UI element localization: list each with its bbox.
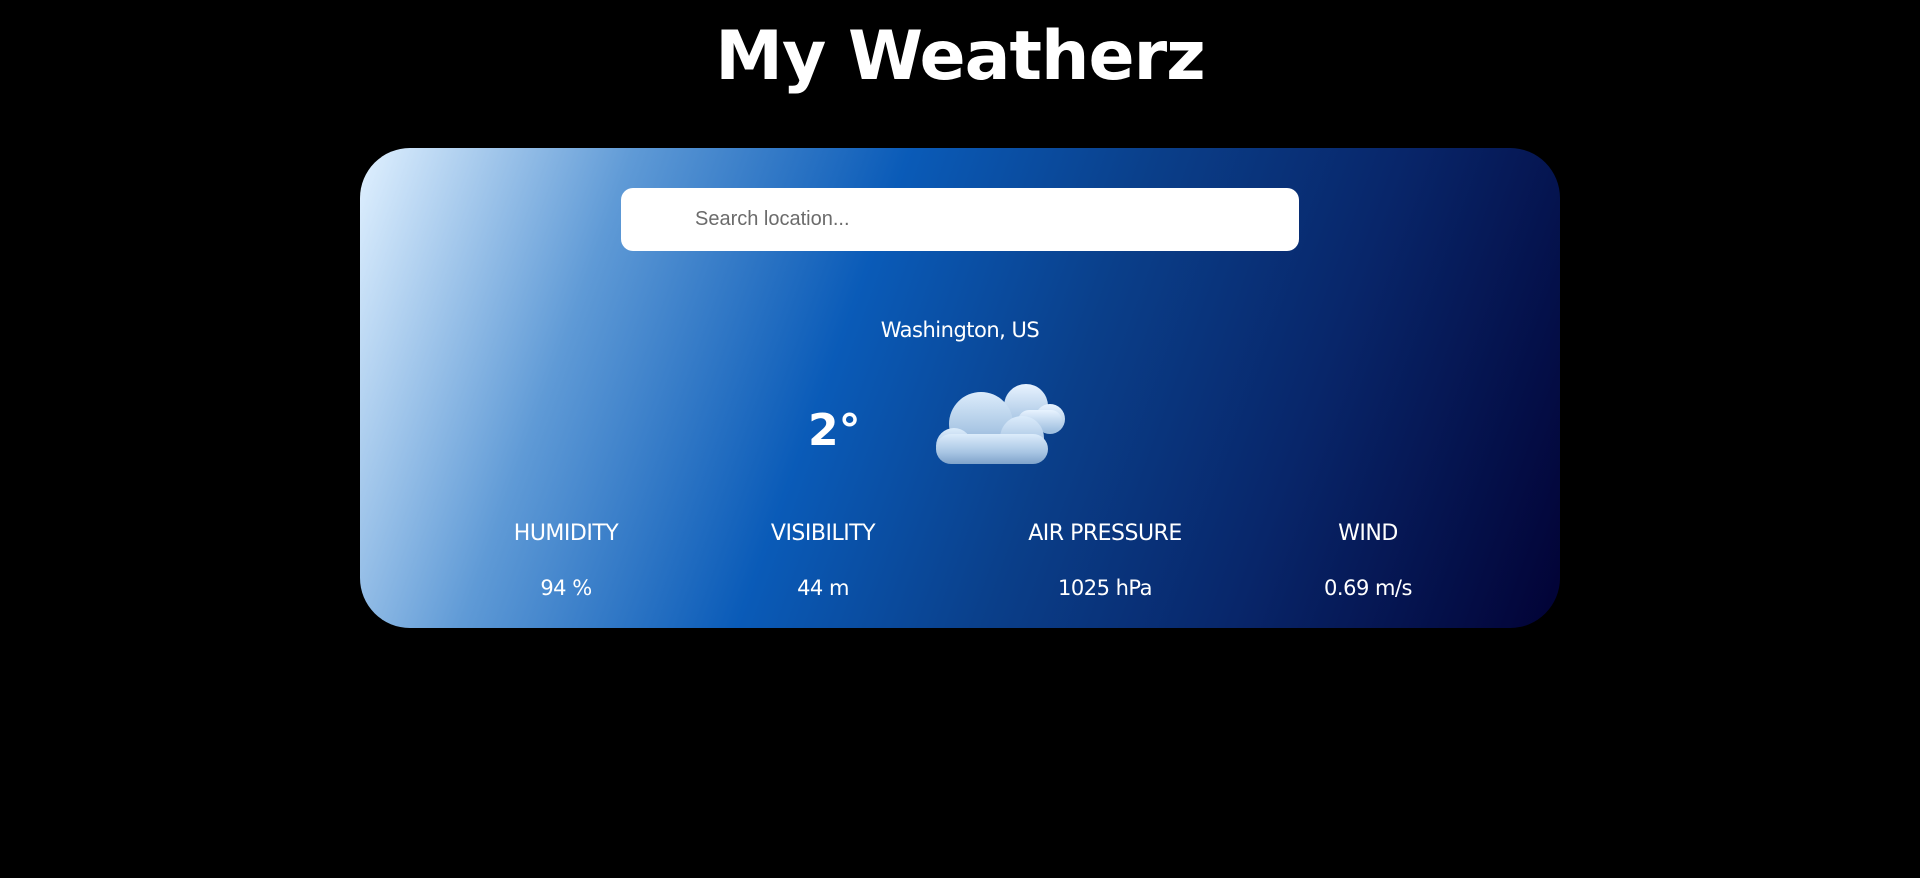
wind-label: WIND <box>1338 521 1398 546</box>
visibility-value: 44 m <box>797 576 849 600</box>
search-box[interactable] <box>621 188 1299 251</box>
location-name: Washington, US <box>880 318 1040 342</box>
app-title: My Weatherz <box>715 17 1205 96</box>
humidity-label: HUMIDITY <box>513 521 619 546</box>
temperature: 2° <box>808 405 861 456</box>
search-input[interactable] <box>695 188 1275 251</box>
air-pressure-value: 1025 hPa <box>1057 576 1153 600</box>
visibility-label: VISIBILITY <box>770 521 876 546</box>
cloudy-icon <box>936 384 1065 464</box>
weather-card: Washington, US 2° HUMIDITY 94 % <box>360 148 1560 628</box>
wind-value: 0.69 m/s <box>1324 576 1412 600</box>
humidity-value: 94 % <box>540 576 592 600</box>
air-pressure-label: AIR PRESSURE <box>1028 521 1182 546</box>
